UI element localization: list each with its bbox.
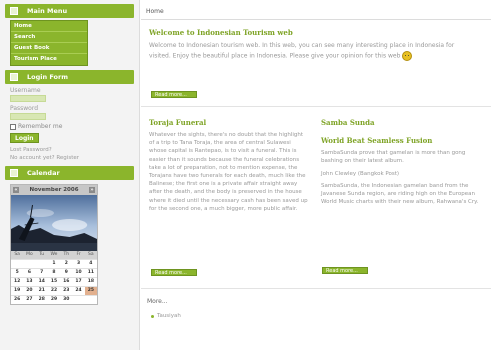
calendar-title: Calendar — [27, 169, 60, 177]
calendar-day[interactable]: 20 — [23, 286, 36, 295]
calendar-widget: « November 2006 » Sa Mo Tu We Th Fr Sa 1 2 3 4 5 6 7 8… — [10, 184, 98, 305]
calendar-day[interactable]: 9 — [60, 268, 73, 277]
calendar-day[interactable]: 8 — [47, 268, 61, 277]
calendar-weekday: Fr — [72, 251, 85, 259]
calendar-day[interactable]: 11 — [84, 268, 97, 277]
calendar-day[interactable]: 17 — [72, 277, 85, 286]
bullet-icon — [151, 315, 154, 318]
menu-item-tourism-place[interactable]: Tourism Place — [11, 54, 87, 65]
more-item-tausiyah[interactable]: Tausiyah — [157, 313, 181, 319]
left-article-text: Whatever the sights, there's no doubt th… — [149, 132, 308, 212]
username-label: Username — [10, 87, 41, 94]
login-form-header: Login Form — [5, 70, 134, 84]
calendar-day[interactable]: 2 — [60, 259, 73, 268]
remember-me-label: Remember me — [18, 123, 63, 130]
calendar-day[interactable]: 29 — [47, 295, 61, 304]
right-article-p3: SambaSunda, the Indonesian gamelan band … — [321, 183, 479, 206]
calendar-empty-cell — [11, 259, 24, 268]
calendar-day[interactable]: 3 — [72, 259, 85, 268]
username-field[interactable] — [10, 95, 46, 102]
calendar-weekday: Sa — [11, 251, 24, 259]
user-icon — [10, 73, 18, 81]
main-content: Home Welcome to Indonesian Tourism web W… — [141, 0, 491, 350]
menu-item-home[interactable]: Home — [11, 21, 87, 32]
prev-month-button[interactable]: « — [13, 187, 19, 193]
right-article-p2: John Clewley (Bangkok Post) — [321, 171, 400, 177]
menu-icon — [10, 7, 18, 15]
calendar-weekday: Th — [60, 251, 73, 259]
calendar-day[interactable]: 10 — [72, 268, 85, 277]
calendar-month-bar: « November 2006 » — [11, 185, 97, 195]
calendar-weekday: Tu — [35, 251, 48, 259]
calendar-empty-cell — [35, 259, 48, 268]
main-menu: Home Search Guest Book Tourism Place — [10, 20, 88, 66]
calendar-weekday: Mo — [23, 251, 36, 259]
left-article-title[interactable]: Toraja Funeral — [149, 118, 206, 127]
divider — [141, 288, 491, 289]
right-article-title[interactable]: Samba Sunda — [321, 118, 375, 127]
calendar-day[interactable]: 26 — [11, 295, 24, 304]
calendar-day[interactable]: 12 — [11, 277, 24, 286]
calendar-day[interactable]: 18 — [84, 277, 97, 286]
password-field[interactable] — [10, 113, 46, 120]
calendar-day[interactable]: 6 — [23, 268, 36, 277]
calendar-day[interactable]: 28 — [35, 295, 48, 304]
calendar-day[interactable]: 23 — [60, 286, 73, 295]
calendar-photo — [11, 195, 97, 251]
calendar-empty-cell — [72, 295, 85, 304]
calendar-day[interactable]: 27 — [23, 295, 36, 304]
calendar-day[interactable]: 5 — [11, 268, 24, 277]
calendar-day[interactable]: 1 — [47, 259, 61, 268]
remember-me-row: Remember me — [10, 122, 129, 131]
login-form: Username Password Remember me Login Lost… — [0, 84, 139, 162]
calendar-weekday: We — [47, 251, 61, 259]
calendar-empty-cell — [84, 295, 97, 304]
remember-me-checkbox[interactable] — [10, 123, 16, 130]
calendar-header: Calendar — [5, 166, 134, 180]
more-label: More... — [147, 298, 168, 305]
login-form-title: Login Form — [27, 73, 68, 81]
calendar-icon — [10, 169, 18, 177]
right-article-p1: SambaSunda prove that gamelan is more th… — [321, 150, 466, 165]
divider — [141, 106, 491, 107]
next-month-button[interactable]: » — [89, 187, 95, 193]
calendar-day[interactable]: 30 — [60, 295, 73, 304]
breadcrumb[interactable]: Home — [141, 4, 491, 20]
calendar-day[interactable]: 19 — [11, 286, 24, 295]
lost-password-link[interactable]: Lost Password? — [10, 146, 129, 154]
calendar-day[interactable]: 16 — [60, 277, 73, 286]
calendar-month-label: November 2006 — [29, 187, 79, 193]
calendar-grid: Sa Mo Tu We Th Fr Sa 1 2 3 4 5 6 7 8 9 10 11 12 13 14 15 16 17 1… — [11, 251, 97, 304]
left-read-more-button[interactable]: Read more... — [151, 269, 197, 276]
calendar-empty-cell — [23, 259, 36, 268]
login-button[interactable]: Login — [10, 133, 39, 143]
calendar-day[interactable]: 21 — [35, 286, 48, 295]
calendar-weekday: Sa — [84, 251, 97, 259]
calendar-day[interactable]: 14 — [35, 277, 48, 286]
menu-item-search[interactable]: Search — [11, 32, 87, 43]
password-label: Password — [10, 105, 39, 112]
sidebar: Main Menu Home Search Guest Book Tourism… — [0, 0, 140, 350]
right-read-more-button[interactable]: Read more... — [322, 267, 368, 274]
calendar-day[interactable]: 22 — [47, 286, 61, 295]
calendar-day[interactable]: 25 — [84, 286, 97, 295]
right-article-subtitle: World Beat Seamless Fusion — [321, 136, 433, 145]
welcome-read-more-button[interactable]: Read more... — [151, 91, 197, 98]
menu-item-guest-book[interactable]: Guest Book — [11, 43, 87, 54]
calendar-day[interactable]: 13 — [23, 277, 36, 286]
register-link[interactable]: No account yet? Register — [10, 154, 129, 162]
calendar-day[interactable]: 7 — [35, 268, 48, 277]
calendar-day[interactable]: 24 — [72, 286, 85, 295]
welcome-title: Welcome to Indonesian Tourism web — [149, 28, 293, 37]
main-menu-header: Main Menu — [5, 4, 134, 18]
main-menu-title: Main Menu — [27, 7, 68, 15]
smiley-icon — [402, 50, 413, 61]
welcome-text: Welcome to Indonesian tourism web. In th… — [149, 42, 477, 61]
calendar-day[interactable]: 15 — [47, 277, 61, 286]
calendar-day[interactable]: 4 — [84, 259, 97, 268]
